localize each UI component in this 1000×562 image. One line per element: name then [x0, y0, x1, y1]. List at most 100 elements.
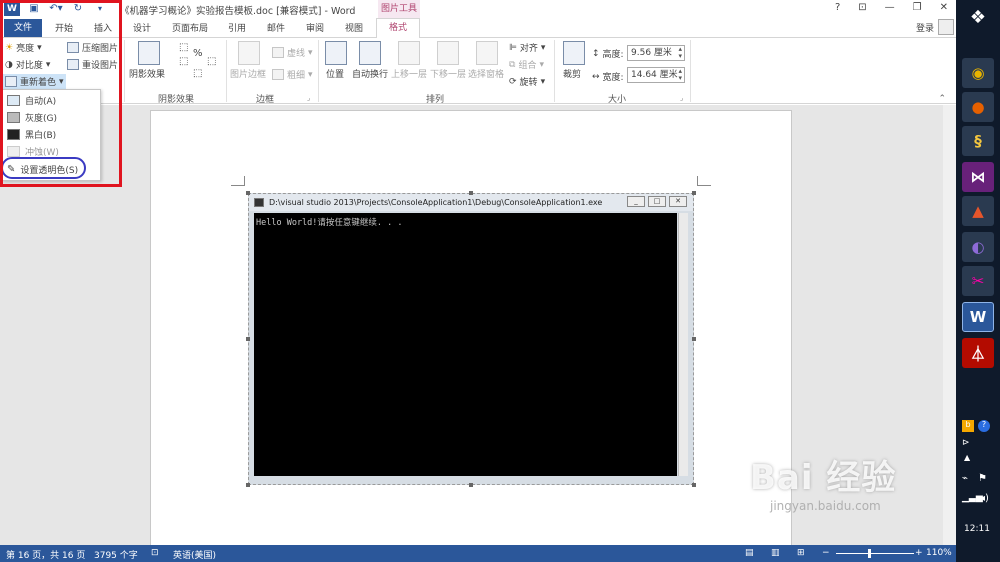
border-dialog-launcher-icon[interactable]: ⌟ [307, 94, 310, 102]
picture-border-button[interactable]: 图片边框 [230, 67, 266, 80]
tab-mailings[interactable]: 邮件 [267, 21, 285, 34]
picture-border-icon[interactable] [238, 41, 260, 65]
shadow-nudge-right-icon[interactable]: ⬚ [207, 56, 216, 67]
group-separator [690, 40, 691, 102]
collapse-ribbon-icon[interactable]: ⌃ [938, 94, 946, 104]
resize-handle[interactable] [469, 191, 473, 195]
bring-forward-button[interactable]: 上移一层 [391, 67, 427, 80]
group-separator [124, 40, 125, 102]
eclipse-icon[interactable]: ◐ [962, 232, 994, 262]
proofing-icon[interactable]: ⊡ [151, 548, 159, 558]
wrap-text-button[interactable]: 自动换行 [352, 67, 388, 80]
zoom-level[interactable]: 110% [926, 548, 952, 558]
width-value: 14.64 厘米 [631, 70, 678, 80]
minimize-button[interactable]: — [885, 2, 895, 13]
snipping-tool-icon[interactable]: ✂ [962, 266, 994, 296]
acrobat-icon[interactable]: ⏃ [962, 338, 994, 368]
shadow-nudge-left-icon[interactable]: ⬚ [179, 56, 188, 67]
bing-icon[interactable]: b [962, 420, 974, 432]
volume-icon[interactable]: ◂) [980, 493, 989, 504]
send-backward-button[interactable]: 下移一层 [430, 67, 466, 80]
zoom-out-icon[interactable]: − [822, 548, 830, 558]
rotate-label: 旋转 [519, 78, 538, 88]
clock[interactable]: 12:11 [964, 524, 990, 534]
selection-pane-icon[interactable] [476, 41, 498, 65]
restore-button[interactable]: ❐ [913, 2, 922, 13]
shadow-toggle-icon[interactable]: % [193, 48, 203, 59]
console-body: Hello World!请按任意键继续. . . [254, 213, 677, 476]
help-icon[interactable]: ? [835, 2, 840, 13]
resize-handle[interactable] [246, 191, 250, 195]
rotate-button[interactable]: ⟳ 旋转 ▾ [509, 75, 545, 89]
web-layout-icon[interactable]: ⊞ [797, 548, 805, 558]
dashes-button[interactable]: 虚线 ▾ [272, 46, 313, 59]
tab-format[interactable]: 格式 [376, 18, 420, 39]
group-separator [554, 40, 555, 102]
vertical-scrollbar[interactable] [943, 105, 956, 545]
shadow-nudge-down-icon[interactable]: ⬚ [193, 68, 202, 79]
python-icon[interactable]: § [962, 126, 994, 156]
tab-references[interactable]: 引用 [228, 21, 246, 34]
resize-handle[interactable] [246, 483, 250, 487]
flag-icon[interactable]: ⚑ [978, 473, 987, 484]
notification-icon[interactable]: ⊳ [962, 438, 970, 448]
tab-review[interactable]: 审阅 [306, 21, 324, 34]
print-layout-icon[interactable]: ▥ [771, 548, 780, 558]
resize-handle[interactable] [692, 337, 696, 341]
height-spinner[interactable]: 9.56 厘米 ▴ ▾ [627, 45, 685, 61]
selection-pane-button[interactable]: 选择窗格 [468, 67, 504, 80]
matlab-icon[interactable]: ▲ [962, 196, 994, 226]
spinner-arrows-icon[interactable]: ▴ ▾ [678, 68, 682, 82]
zoom-slider-track[interactable] [836, 553, 914, 554]
show-hidden-icons[interactable]: ▲ [964, 453, 970, 462]
zoom-slider-thumb[interactable] [868, 549, 871, 558]
console-window-controls: _ □ ✕ [627, 196, 687, 207]
position-icon[interactable] [325, 41, 347, 65]
tab-design[interactable]: 设计 [133, 21, 151, 34]
power-icon[interactable]: ⌁ [962, 473, 968, 484]
shadow-nudge-up-icon[interactable]: ⬚ [179, 42, 188, 53]
word-taskbar-icon[interactable]: W [962, 302, 994, 332]
avatar[interactable] [938, 19, 954, 35]
width-spinner[interactable]: 14.64 厘米 ▴ ▾ [627, 67, 685, 83]
resize-handle[interactable] [469, 483, 473, 487]
tab-view[interactable]: 视图 [345, 21, 363, 34]
group-button[interactable]: ⧉ 组合 ▾ [509, 58, 544, 72]
close-button[interactable]: ✕ [940, 2, 948, 13]
position-button[interactable]: 位置 [326, 67, 344, 80]
zoom-in-icon[interactable]: + [915, 548, 923, 558]
tab-layout[interactable]: 页面布局 [172, 21, 208, 34]
border-group-label: 边框 [256, 95, 275, 105]
width-label: ↔ 宽度: [592, 70, 624, 84]
crop-button[interactable]: 裁剪 [563, 67, 581, 80]
spinner-arrows-icon[interactable]: ▴ ▾ [678, 46, 682, 60]
wrap-text-icon[interactable] [359, 41, 381, 65]
align-icon: ⊫ [509, 42, 517, 53]
shadow-effects-icon[interactable] [138, 41, 160, 65]
chrome-icon[interactable]: ◉ [962, 58, 994, 88]
bring-forward-icon[interactable] [398, 41, 420, 65]
shadow-effects-button[interactable]: 阴影效果 [129, 67, 165, 80]
help-tray-icon[interactable]: ? [978, 420, 990, 432]
page-count[interactable]: 第 16 页，共 16 页 [6, 548, 85, 561]
visual-studio-icon[interactable]: ⋈ [962, 162, 994, 192]
align-button[interactable]: ⊫ 对齐 ▾ [509, 41, 545, 55]
console-close-icon: ✕ [669, 196, 687, 207]
resize-handle[interactable] [246, 337, 250, 341]
language[interactable]: 英语(美国) [173, 548, 216, 561]
sign-in-link[interactable]: 登录 [916, 21, 934, 34]
send-backward-icon[interactable] [437, 41, 459, 65]
console-minimize-icon: _ [627, 196, 645, 207]
weight-button[interactable]: 粗细 ▾ [272, 68, 313, 81]
resize-handle[interactable] [692, 191, 696, 195]
crop-icon[interactable] [563, 41, 585, 65]
picture-tools-label: 图片工具 [378, 0, 420, 18]
ribbon-display-icon[interactable]: ⊡ [858, 2, 866, 13]
resize-handle[interactable] [692, 483, 696, 487]
read-mode-icon[interactable]: ▤ [745, 548, 754, 558]
start-button-icon[interactable]: ❖ [962, 2, 994, 32]
console-screenshot-image[interactable]: D:\visual studio 2013\Projects\ConsoleAp… [248, 193, 694, 485]
word-count[interactable]: 3795 个字 [94, 548, 138, 561]
size-dialog-launcher-icon[interactable]: ⌟ [680, 94, 683, 102]
firefox-icon[interactable]: ● [962, 92, 994, 122]
